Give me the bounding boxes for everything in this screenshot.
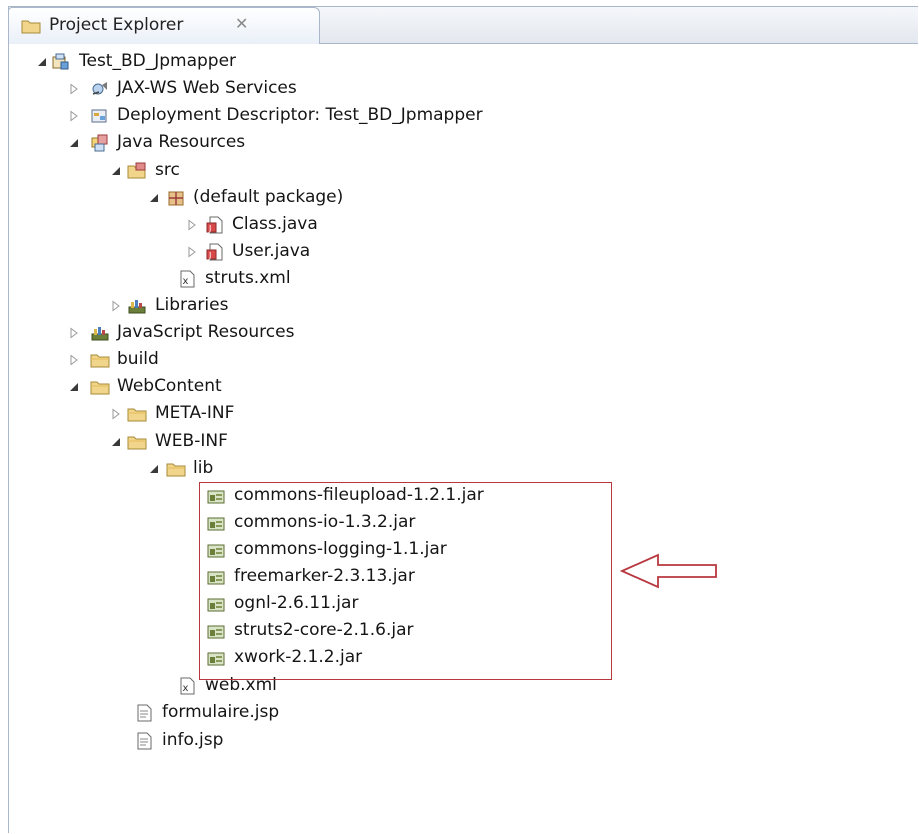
svg-text:J: J [208,251,211,260]
tree-item-java-resources[interactable]: Java Resources [0,129,900,156]
xml-file-icon: x [177,676,197,696]
view-tab-strip: Project Explorer ✕ [8,7,918,44]
expanded-twistie-icon[interactable] [68,137,80,149]
tree-item-label: Libraries [155,295,229,315]
svg-text:x: x [183,276,189,287]
jar-highlight-box [199,482,612,680]
tree-item-label: build [117,349,159,369]
tree-item-label: (default package) [193,187,344,207]
tree-item-src[interactable]: src [0,157,900,184]
tree-item-label: formulaire.jsp [162,702,280,722]
folder-icon [166,459,186,479]
tree-item-label: WebContent [117,376,222,396]
descriptor-icon [90,106,110,126]
java-resources-icon [90,133,110,153]
tree-item-webcontent[interactable]: WebContent [0,373,900,400]
tree-item-label: lib [193,458,214,478]
java-file-icon: J [205,242,225,262]
svg-text:x: x [183,683,189,694]
tree-item-label: info.jsp [162,730,224,750]
jsp-file-icon [134,703,154,723]
tree-item-test-bd-jpmapper[interactable]: Test_BD_Jpmapper [0,48,900,75]
tree-item-deployment-descriptor-test-bd-jpmapper[interactable]: Deployment Descriptor: Test_BD_Jpmapper [0,102,900,129]
left-arrow-icon [620,553,717,589]
tree-item-label: Deployment Descriptor: Test_BD_Jpmapper [117,105,483,125]
collapsed-twistie-icon[interactable] [110,300,122,312]
collapsed-twistie-icon[interactable] [110,408,122,420]
libraries-icon [127,296,147,316]
tree-item-label: META-INF [155,403,235,423]
tree-item-libraries[interactable]: Libraries [0,292,900,319]
project-icon [50,52,70,72]
expanded-twistie-icon[interactable] [68,381,80,393]
tree-item-label: Java Resources [117,132,246,152]
tree-item-info-jsp[interactable]: info.jsp [0,727,900,754]
tree-item-formulaire-jsp[interactable]: formulaire.jsp [0,699,900,726]
tree-item-label: JAX-WS Web Services [117,78,297,98]
tree-item-default-package[interactable]: (default package) [0,184,900,211]
tree-item-label: struts.xml [205,268,291,288]
tab-title: Project Explorer [49,15,184,35]
package-icon [166,188,186,208]
tree-item-meta-inf[interactable]: META-INF [0,400,900,427]
collapsed-twistie-icon[interactable] [68,327,80,339]
expanded-twistie-icon[interactable] [148,463,160,475]
collapsed-twistie-icon[interactable] [68,83,80,95]
source-folder-icon [127,161,147,181]
tree-item-class-java[interactable]: J Class.java [0,211,900,238]
expanded-twistie-icon[interactable] [110,436,122,448]
java-file-icon: J [205,215,225,235]
libraries-icon [90,323,110,343]
tree-item-label: User.java [232,241,311,261]
xml-file-icon: x [177,269,197,289]
expanded-twistie-icon[interactable] [110,165,122,177]
close-icon[interactable]: ✕ [235,14,248,33]
tab-project-explorer[interactable]: Project Explorer ✕ [8,7,320,44]
webservices-icon [90,79,110,99]
tree-item-build[interactable]: build [0,346,900,373]
folder-icon [21,20,41,34]
tree-item-label: src [155,160,180,180]
tree-item-label: WEB-INF [155,431,228,451]
tree-item-label: Test_BD_Jpmapper [79,51,237,71]
collapsed-twistie-icon[interactable] [186,219,198,231]
collapsed-twistie-icon[interactable] [68,354,80,366]
folder-icon [90,377,110,397]
tree-item-label: Class.java [232,214,318,234]
tree-item-label: JavaScript Resources [117,322,295,342]
tree-item-jax-ws-web-services[interactable]: JAX-WS Web Services [0,75,900,102]
folder-icon [127,404,147,424]
jsp-file-icon [134,731,154,751]
tree-item-lib[interactable]: lib [0,455,900,482]
folder-icon [90,350,110,370]
expanded-twistie-icon[interactable] [36,56,48,68]
tree-item-struts-xml[interactable]: x struts.xml [0,265,900,292]
tree-item-web-inf[interactable]: WEB-INF [0,428,900,455]
collapsed-twistie-icon[interactable] [186,246,198,258]
expanded-twistie-icon[interactable] [148,192,160,204]
folder-icon [127,432,147,452]
collapsed-twistie-icon[interactable] [68,110,80,122]
svg-text:J: J [208,224,211,233]
tree-item-user-java[interactable]: J User.java [0,238,900,265]
tree-item-javascript-resources[interactable]: JavaScript Resources [0,319,900,346]
